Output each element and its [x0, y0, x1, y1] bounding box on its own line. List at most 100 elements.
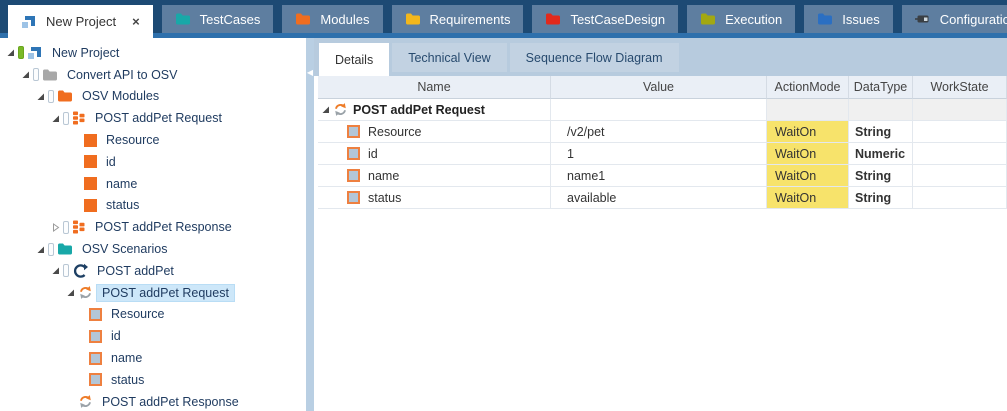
tree-item-id-2[interactable]: id — [0, 325, 306, 347]
tree-item-post-addpet-request[interactable]: POST addPet Request — [0, 107, 306, 129]
tree-item-resource-2[interactable]: Resource — [0, 304, 306, 326]
expander-expanded-icon[interactable] — [35, 243, 48, 256]
expander-expanded-icon[interactable] — [20, 68, 33, 81]
name-cell[interactable]: id — [318, 143, 551, 165]
project-tree: New Project Convert API to OSV OSV Modul… — [0, 38, 306, 411]
actionmode-cell[interactable]: WaitOn — [767, 143, 849, 165]
tree-item-label: POST addPet — [91, 262, 180, 280]
tree-item-osv-scenarios[interactable]: OSV Scenarios — [0, 238, 306, 260]
value-cell[interactable]: name1 — [551, 165, 767, 187]
status-bar-indicator — [48, 243, 54, 256]
datatype-cell[interactable]: String — [849, 121, 913, 143]
datatype-cell[interactable]: String — [849, 165, 913, 187]
tab-issues[interactable]: Issues — [804, 5, 893, 33]
expander-expanded-icon[interactable] — [320, 103, 333, 116]
tree-item-new-project[interactable]: New Project — [0, 42, 306, 64]
tab-sequence-flow-diagram[interactable]: Sequence Flow Diagram — [510, 43, 679, 72]
tree-item-label: status — [105, 371, 150, 389]
field-square-icon — [89, 308, 102, 321]
field-square-icon — [89, 352, 102, 365]
group-value-cell[interactable] — [551, 99, 767, 121]
column-header-name[interactable]: Name — [318, 76, 551, 99]
folder-icon — [545, 12, 561, 26]
folder-icon — [175, 12, 191, 26]
status-bar-indicator — [18, 46, 24, 59]
table-group-row[interactable]: POST addPet Request — [318, 99, 1007, 121]
folder-icon — [700, 12, 716, 26]
workstate-cell[interactable] — [913, 121, 1007, 143]
tab-testcases[interactable]: TestCases — [162, 5, 274, 33]
tree-item-status[interactable]: status — [0, 195, 306, 217]
field-square-icon — [84, 134, 97, 147]
expander-expanded-icon[interactable] — [35, 90, 48, 103]
tab-label: New Project — [46, 14, 116, 29]
workstate-cell[interactable] — [913, 165, 1007, 187]
workstate-cell[interactable] — [913, 187, 1007, 209]
folder-icon — [817, 12, 833, 26]
tree-item-convert-api-to-osv[interactable]: Convert API to OSV — [0, 64, 306, 86]
folder-icon — [57, 242, 73, 256]
group-name-cell[interactable]: POST addPet Request — [318, 99, 551, 121]
group-datatype-cell[interactable] — [849, 99, 913, 121]
tree-item-post-addpet-request-2[interactable]: POST addPet Request — [0, 282, 306, 304]
expander-expanded-icon[interactable] — [5, 46, 18, 59]
expander-expanded-icon[interactable] — [65, 286, 78, 299]
table-row[interactable]: Resource /v2/pet WaitOn String — [318, 121, 1007, 143]
value-cell[interactable]: available — [551, 187, 767, 209]
group-actionmode-cell[interactable] — [767, 99, 849, 121]
name-cell[interactable]: Resource — [318, 121, 551, 143]
value-cell[interactable]: /v2/pet — [551, 121, 767, 143]
tab-technical-view[interactable]: Technical View — [392, 43, 506, 72]
panel-splitter[interactable]: ◀ — [306, 38, 314, 411]
column-header-datatype[interactable]: DataType — [849, 76, 913, 99]
tree-item-label: name — [105, 349, 148, 367]
expander-collapsed-icon[interactable] — [50, 221, 63, 234]
tree-item-resource[interactable]: Resource — [0, 129, 306, 151]
row-name-label: Resource — [368, 125, 422, 139]
column-header-actionmode[interactable]: ActionMode — [767, 76, 849, 99]
value-cell[interactable]: 1 — [551, 143, 767, 165]
name-cell[interactable]: name — [318, 165, 551, 187]
name-cell[interactable]: status — [318, 187, 551, 209]
table-row[interactable]: status available WaitOn String — [318, 187, 1007, 209]
tree-item-post-addpet[interactable]: POST addPet — [0, 260, 306, 282]
tree-item-post-addpet-response[interactable]: POST addPet Response — [0, 216, 306, 238]
tab-new-project[interactable]: New Project × — [8, 5, 153, 38]
refresh-icon — [333, 102, 348, 117]
collapse-arrow-icon[interactable]: ◀ — [306, 68, 314, 78]
tab-label: Execution — [725, 12, 782, 27]
expander-spacer — [65, 395, 78, 408]
actionmode-cell[interactable]: WaitOn — [767, 165, 849, 187]
tree-item-osv-modules[interactable]: OSV Modules — [0, 86, 306, 108]
field-square-icon — [89, 330, 102, 343]
tab-execution[interactable]: Execution — [687, 5, 795, 33]
actionmode-cell[interactable]: WaitOn — [767, 187, 849, 209]
tab-testcasedesign[interactable]: TestCaseDesign — [532, 5, 678, 33]
tree-item-status-2[interactable]: status — [0, 369, 306, 391]
status-bar-indicator — [63, 112, 69, 125]
group-workstate-cell[interactable] — [913, 99, 1007, 121]
tree-item-post-addpet-response-2[interactable]: POST addPet Response — [0, 391, 306, 411]
table-row[interactable]: id 1 WaitOn Numeric — [318, 143, 1007, 165]
tab-details[interactable]: Details — [319, 43, 389, 76]
datatype-cell[interactable]: Numeric — [849, 143, 913, 165]
column-header-value[interactable]: Value — [551, 76, 767, 99]
table-row[interactable]: name name1 WaitOn String — [318, 165, 1007, 187]
tree-item-name[interactable]: name — [0, 173, 306, 195]
tab-modules[interactable]: Modules — [282, 5, 382, 33]
column-header-workstate[interactable]: WorkState — [913, 76, 1007, 99]
tree-item-id[interactable]: id — [0, 151, 306, 173]
datatype-cell[interactable]: String — [849, 187, 913, 209]
workstate-cell[interactable] — [913, 143, 1007, 165]
tab-configurations[interactable]: Configurations — [902, 5, 1007, 33]
folder-icon — [295, 12, 311, 26]
field-square-icon — [347, 191, 360, 204]
expander-expanded-icon[interactable] — [50, 264, 63, 277]
tree-item-name-2[interactable]: name — [0, 347, 306, 369]
close-icon[interactable]: × — [132, 15, 140, 28]
expander-expanded-icon[interactable] — [50, 112, 63, 125]
actionmode-cell[interactable]: WaitOn — [767, 121, 849, 143]
tab-requirements[interactable]: Requirements — [392, 5, 524, 33]
tab-label: Issues — [842, 12, 880, 27]
main-tab-bar: New Project × TestCases Modules Requirem… — [0, 0, 1007, 38]
